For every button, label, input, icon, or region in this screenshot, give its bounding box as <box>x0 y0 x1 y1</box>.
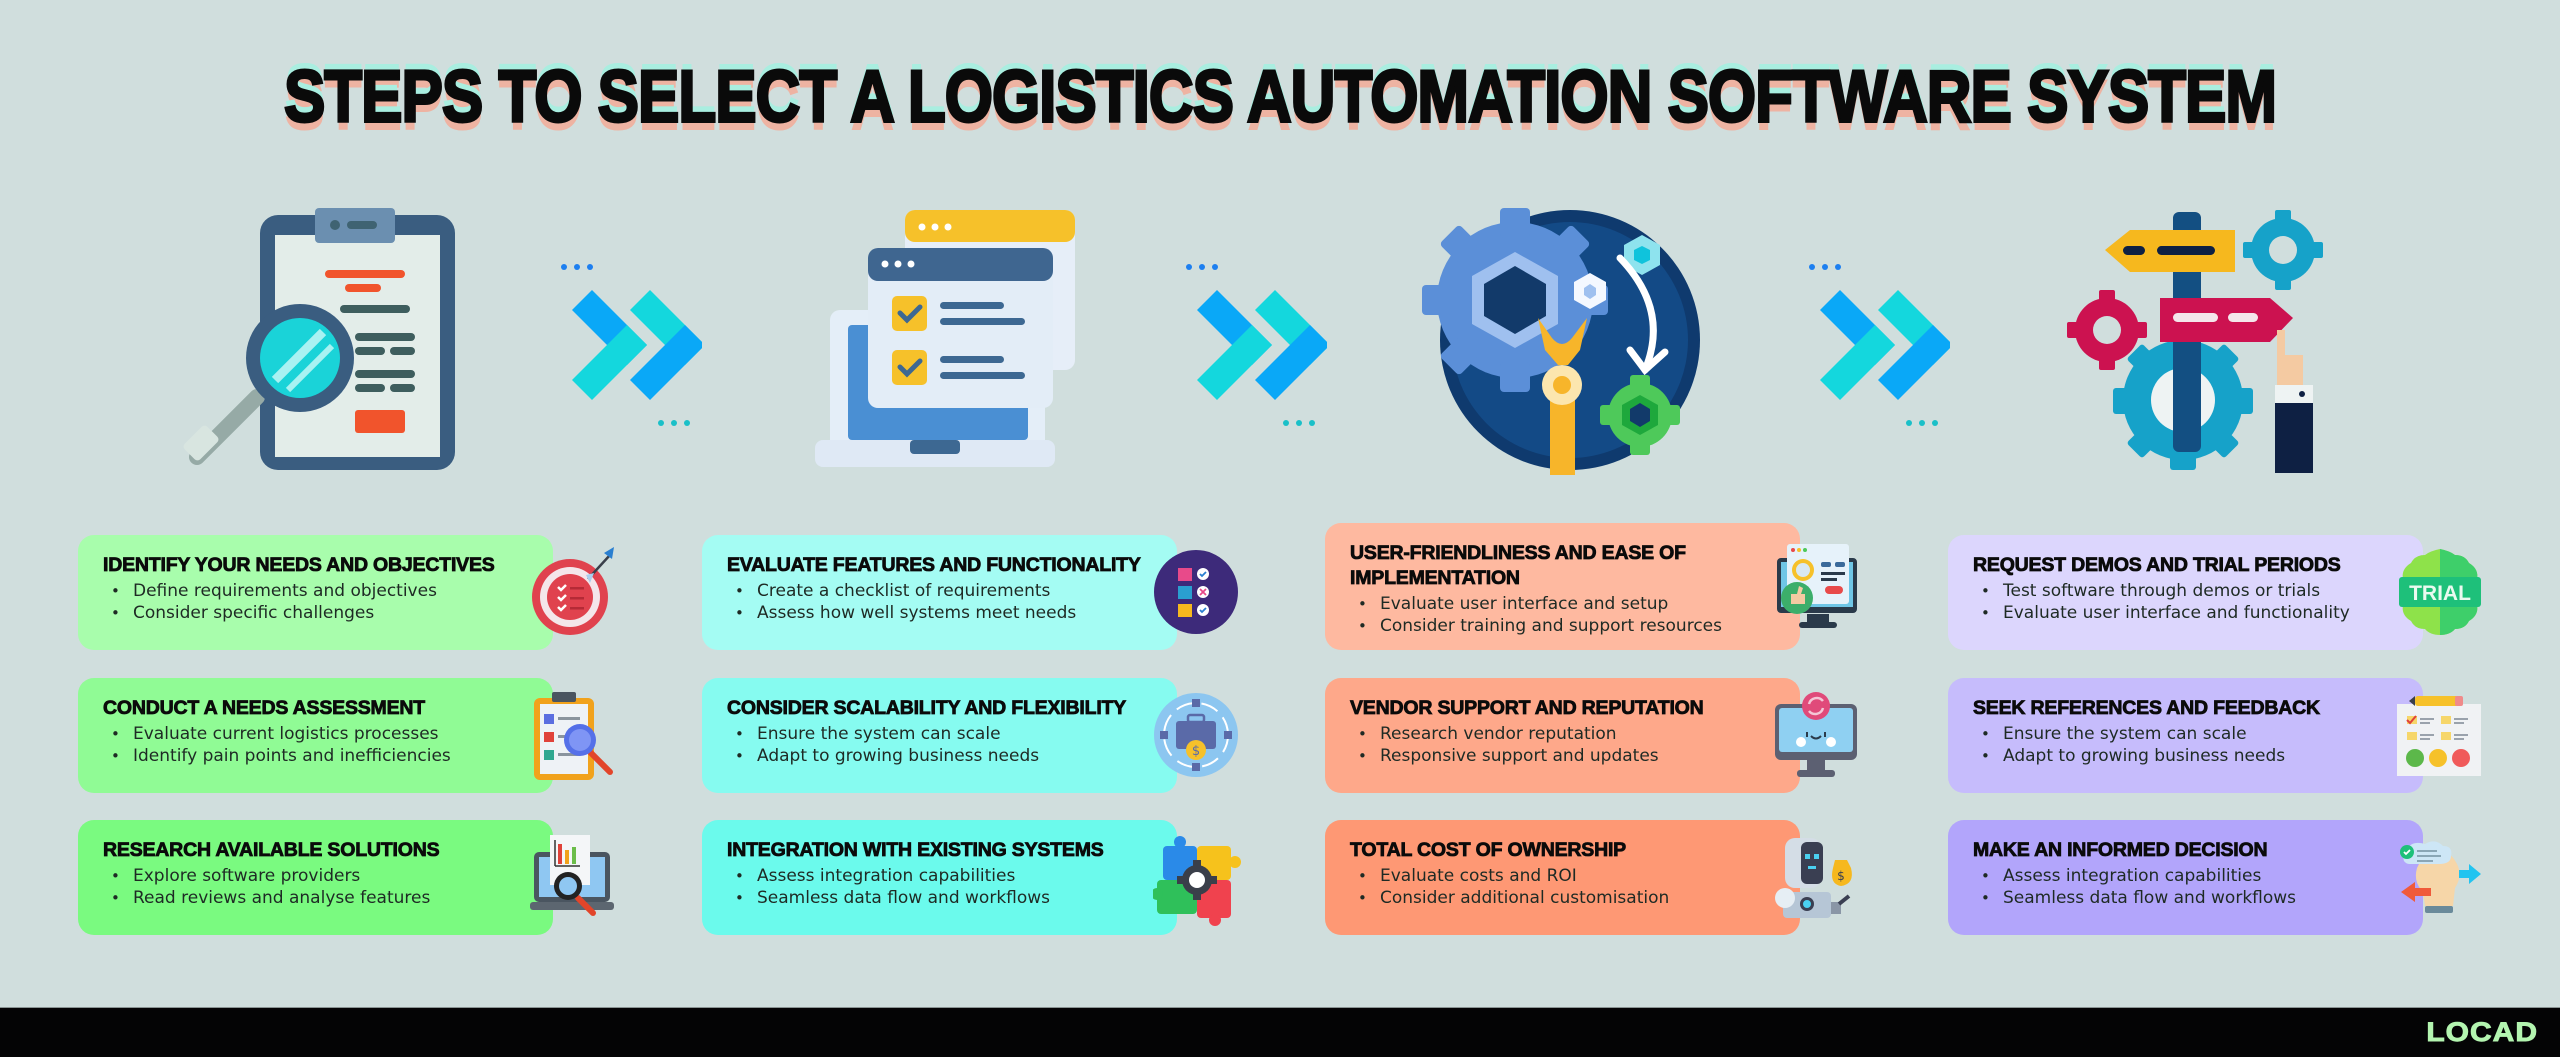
briefcase-cycle-icon: $ <box>1153 688 1243 783</box>
card-title: IDENTIFY YOUR NEEDS AND OBJECTIVES <box>103 554 496 577</box>
card-bullets: Ensure the system can scale Adapt to gro… <box>727 723 1157 767</box>
bullet-item: Evaluate user interface and functionalit… <box>1981 602 2403 624</box>
step-card: INTEGRATION WITH EXISTING SYSTEMS Assess… <box>702 820 1177 935</box>
target-checklist-icon <box>530 545 620 640</box>
illustration-gears-wrench <box>1420 200 1700 475</box>
clipboard-search-icon <box>528 690 618 785</box>
card-bullets: Create a checklist of requirements Asses… <box>727 580 1157 624</box>
step-card: IDENTIFY YOUR NEEDS AND OBJECTIVES Defin… <box>78 535 553 650</box>
page-title: STEPS TO SELECT A LOGISTICS AUTOMATION S… <box>283 55 2279 139</box>
card-title: INTEGRATION WITH EXISTING SYSTEMS <box>727 839 1105 862</box>
footer-bar: LOCAD <box>0 1007 2560 1057</box>
card-title: USER-FRIENDLINESS AND EASE OF IMPLEMENTA… <box>1350 542 1687 590</box>
card-title: CONDUCT A NEEDS ASSESSMENT <box>103 697 426 720</box>
card-title: SEEK REFERENCES AND FEEDBACK <box>1973 697 2321 720</box>
puzzle-gear-icon <box>1153 832 1243 927</box>
double-chevron-right-icon <box>1186 264 1327 426</box>
svg-text:$: $ <box>1837 869 1845 883</box>
bullet-item: Evaluate user interface and setup <box>1358 593 1780 615</box>
step-card: MAKE AN INFORMED DECISION Assess integra… <box>1948 820 2423 935</box>
bullet-item: Ensure the system can scale <box>1981 723 2403 745</box>
feedback-survey-icon <box>2395 690 2485 785</box>
bullet-item: Seamless data flow and workflows <box>735 887 1157 909</box>
bullet-item: Consider training and support resources <box>1358 615 1780 637</box>
card-title: MAKE AN INFORMED DECISION <box>1973 839 2268 862</box>
svg-text:$: $ <box>1192 744 1200 759</box>
bullet-item: Seamless data flow and workflows <box>1981 887 2403 909</box>
card-bullets: Explore software providers Read reviews … <box>103 865 533 909</box>
signpost-gears-icon <box>2067 210 2323 473</box>
double-chevron-right-icon <box>561 264 702 426</box>
bullet-item: Responsive support and updates <box>1358 745 1780 767</box>
bullet-item: Research vendor reputation <box>1358 723 1780 745</box>
bullet-item: Ensure the system can scale <box>735 723 1157 745</box>
trial-badge-icon: TRIAL <box>2395 545 2485 640</box>
locad-logo[interactable]: LOCAD <box>2426 1017 2538 1049</box>
bullet-item: Define requirements and objectives <box>111 580 533 602</box>
step-card: VENDOR SUPPORT AND REPUTATION Research v… <box>1325 678 1800 793</box>
step-arrow-3 <box>1800 255 1950 430</box>
bullet-item: Evaluate current logistics processes <box>111 723 533 745</box>
card-bullets: Test software through demos or trials Ev… <box>1973 580 2403 624</box>
bullet-item: Assess integration capabilities <box>1981 865 2403 887</box>
bullet-item: Adapt to growing business needs <box>735 745 1157 767</box>
card-title: EVALUATE FEATURES AND FUNCTIONALITY <box>727 554 1142 577</box>
gears-wrench-icon <box>1422 208 1700 475</box>
clipboard-magnifier-icon <box>183 208 455 470</box>
step-card: CONDUCT A NEEDS ASSESSMENT Evaluate curr… <box>78 678 553 793</box>
laptop-chart-search-icon <box>528 830 618 925</box>
bullet-item: Consider additional customisation <box>1358 887 1780 909</box>
card-bullets: Assess integration capabilities Seamless… <box>727 865 1157 909</box>
bullet-item: Create a checklist of requirements <box>735 580 1157 602</box>
card-title: CONSIDER SCALABILITY AND FLEXIBILITY <box>727 697 1127 720</box>
checklist-circle-icon <box>1153 545 1243 640</box>
step-card: TOTAL COST OF OWNERSHIP Evaluate costs a… <box>1325 820 1800 935</box>
robot-money-icon: $ <box>1773 832 1863 927</box>
step-card: EVALUATE FEATURES AND FUNCTIONALITY Crea… <box>702 535 1177 650</box>
double-chevron-right-icon <box>1809 264 1950 426</box>
step-card: SEEK REFERENCES AND FEEDBACK Ensure the … <box>1948 678 2423 793</box>
bullet-item: Adapt to growing business needs <box>1981 745 2403 767</box>
card-title: TOTAL COST OF OWNERSHIP <box>1350 839 1627 862</box>
card-title: REQUEST DEMOS AND TRIAL PERIODS <box>1973 554 2342 577</box>
step-arrow-1 <box>552 255 702 430</box>
step-arrow-2 <box>1177 255 1327 430</box>
card-title: RESEARCH AVAILABLE SOLUTIONS <box>103 839 440 862</box>
illustration-laptop-checklist <box>800 200 1080 475</box>
card-bullets: Evaluate user interface and setup Consid… <box>1350 593 1780 637</box>
card-bullets: Assess integration capabilities Seamless… <box>1973 865 2403 909</box>
bullet-item: Assess integration capabilities <box>735 865 1157 887</box>
card-title: VENDOR SUPPORT AND REPUTATION <box>1350 697 1705 720</box>
title-container: STEPS TO SELECT A LOGISTICS AUTOMATION S… <box>0 55 2560 139</box>
bullet-item: Consider specific challenges <box>111 602 533 624</box>
bullet-item: Test software through demos or trials <box>1981 580 2403 602</box>
bullet-item: Assess how well systems meet needs <box>735 602 1157 624</box>
bullet-item: Explore software providers <box>111 865 533 887</box>
step-card: CONSIDER SCALABILITY AND FLEXIBILITY Ens… <box>702 678 1177 793</box>
card-bullets: Research vendor reputation Responsive su… <box>1350 723 1780 767</box>
card-bullets: Ensure the system can scale Adapt to gro… <box>1973 723 2403 767</box>
laptop-checklist-icon <box>815 210 1075 467</box>
step-card: USER-FRIENDLINESS AND EASE OF IMPLEMENTA… <box>1325 523 1800 650</box>
trial-badge-text: TRIAL <box>2409 582 2471 605</box>
card-bullets: Define requirements and objectives Consi… <box>103 580 533 624</box>
step-card: RESEARCH AVAILABLE SOLUTIONS Explore sof… <box>78 820 553 935</box>
bullet-item: Evaluate costs and ROI <box>1358 865 1780 887</box>
monitor-sync-icon <box>1773 690 1863 785</box>
head-decision-icon <box>2395 832 2485 927</box>
illustration-signpost-gears <box>2045 200 2325 475</box>
step-card: REQUEST DEMOS AND TRIAL PERIODS Test sof… <box>1948 535 2423 650</box>
card-bullets: Evaluate current logistics processes Ide… <box>103 723 533 767</box>
bullet-item: Identify pain points and inefficiencies <box>111 745 533 767</box>
card-bullets: Evaluate costs and ROI Consider addition… <box>1350 865 1780 909</box>
illustration-clipboard-magnifier <box>175 200 455 475</box>
monitor-thumbs-up-icon <box>1773 540 1863 635</box>
bullet-item: Read reviews and analyse features <box>111 887 533 909</box>
